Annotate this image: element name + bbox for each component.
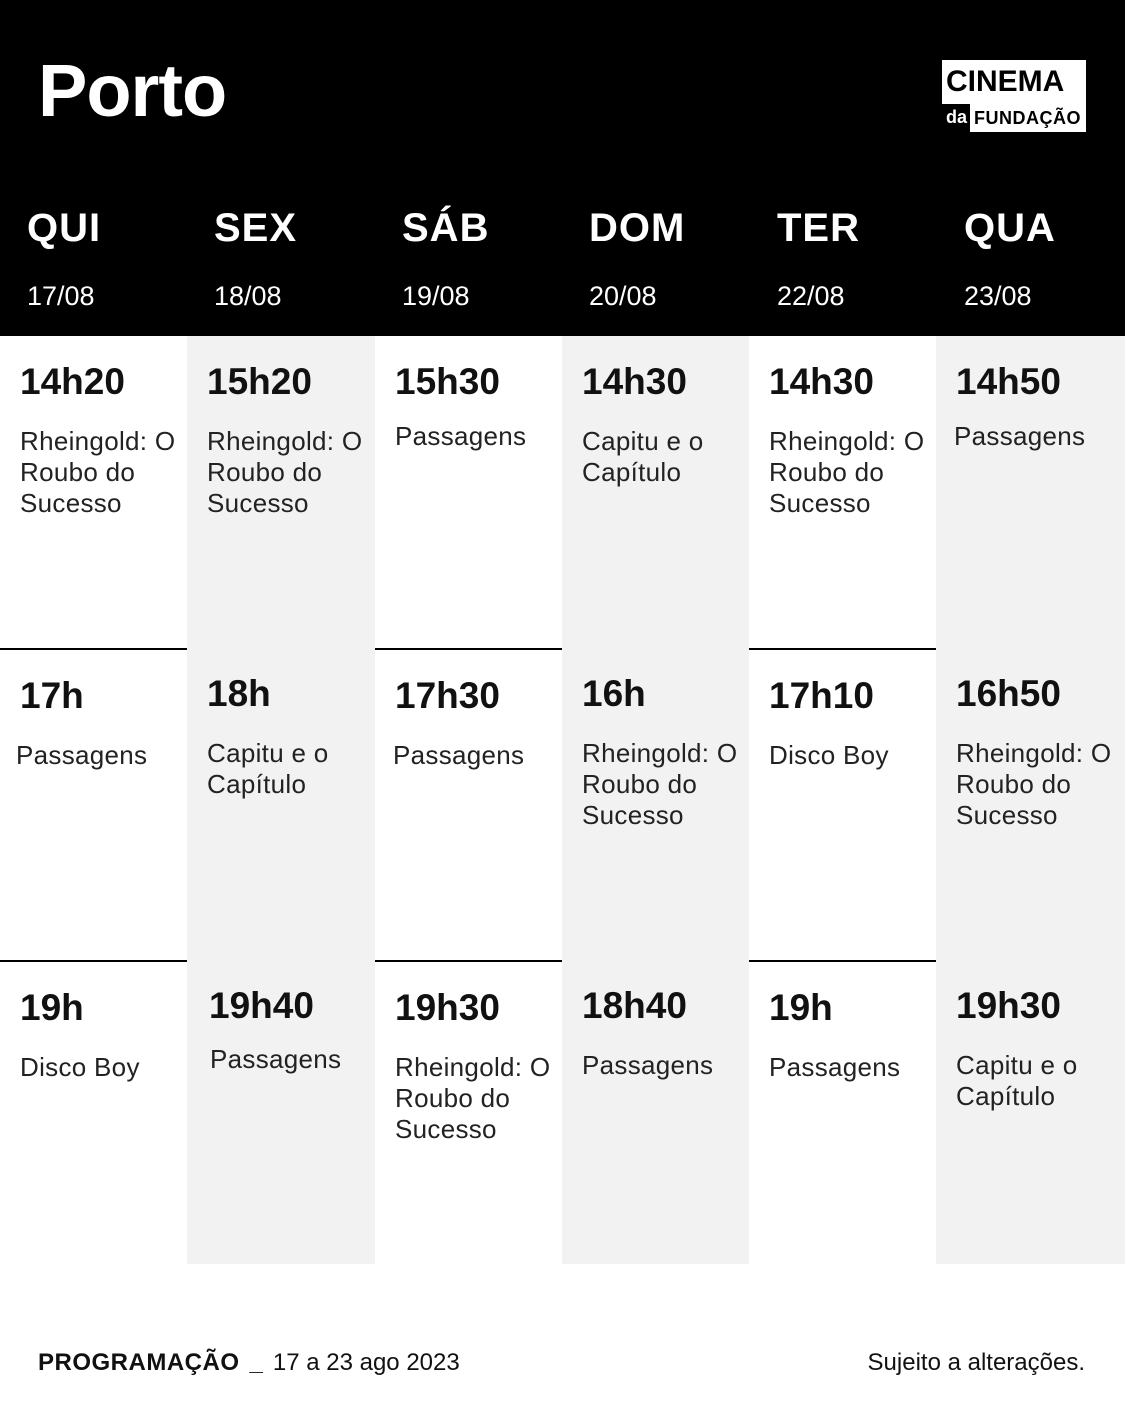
- day-header-ter: TER 22/08: [777, 200, 964, 336]
- showtime-cell: 15h20 Rheingold: O Roubo do Sucesso: [187, 336, 375, 648]
- city-title: Porto: [38, 49, 227, 132]
- day-date: 23/08: [964, 281, 1032, 311]
- film-title: Disco Boy: [769, 740, 889, 770]
- film-title: Passagens: [582, 1050, 714, 1080]
- showtime-time: 15h20: [207, 361, 312, 402]
- film-title: Capitu e o Capítulo: [582, 426, 704, 487]
- film-title: Passagens: [769, 1052, 901, 1082]
- showtime-time: 18h: [207, 673, 271, 714]
- showtime-cell: 14h50 Passagens: [936, 336, 1125, 648]
- film-title: Rheingold: O Roubo do Sucesso: [582, 738, 738, 830]
- showtime-time: 19h40: [209, 985, 314, 1026]
- showtime-time: 14h50: [956, 361, 1061, 402]
- film-title: Passagens: [210, 1044, 342, 1074]
- showtime-time: 19h30: [395, 987, 500, 1028]
- film-title: Rheingold: O Roubo do Sucesso: [207, 426, 363, 518]
- showtime-cell: 19h Passagens: [749, 960, 936, 1272]
- schedule-column-sex: 15h20 Rheingold: O Roubo do Sucesso 18h …: [187, 336, 375, 1264]
- showtime-cell: 14h30 Rheingold: O Roubo do Sucesso: [749, 336, 936, 648]
- showtime-time: 14h30: [582, 361, 687, 402]
- film-title: Passagens: [395, 421, 527, 451]
- day-header-qui: QUI 17/08: [27, 200, 214, 336]
- film-title: Rheingold: O Roubo do Sucesso: [20, 426, 176, 518]
- day-date: 18/08: [214, 281, 282, 311]
- day-name: QUA: [964, 206, 1056, 250]
- logo-da: da: [946, 107, 968, 127]
- schedule-column-qua: 14h50 Passagens 16h50 Rheingold: O Roubo…: [936, 336, 1125, 1264]
- showtime-time: 19h30: [956, 985, 1061, 1026]
- showtime-time: 19h: [769, 987, 833, 1028]
- day-header-sex: SEX 18/08: [214, 200, 401, 336]
- schedule-column-dom: 14h30 Capitu e o Capítulo 16h Rheingold:…: [562, 336, 749, 1264]
- footer-separator: _: [249, 1349, 263, 1376]
- showtime-time: 17h: [20, 675, 84, 716]
- day-name: SEX: [214, 206, 298, 250]
- showtime-cell: 16h Rheingold: O Roubo do Sucesso: [562, 648, 749, 960]
- schedule-column-ter: 14h30 Rheingold: O Roubo do Sucesso 17h1…: [749, 336, 936, 1264]
- day-date: 19/08: [402, 281, 470, 311]
- showtime-time: 17h30: [395, 675, 500, 716]
- showtime-cell: 16h50 Rheingold: O Roubo do Sucesso: [936, 648, 1125, 960]
- showtime-cell: 18h40 Passagens: [562, 960, 749, 1272]
- footer-program-info: PROGRAMAÇÃO _ 17 a 23 ago 2023: [38, 1349, 460, 1376]
- program-date-range: 17 a 23 ago 2023: [272, 1349, 460, 1376]
- day-date: 17/08: [27, 281, 95, 311]
- film-title: Passagens: [393, 740, 525, 770]
- showtime-time: 15h30: [395, 361, 500, 402]
- footer-disclaimer: Sujeito a alterações.: [867, 1349, 1085, 1376]
- logo-line1: CINEMA: [946, 65, 1065, 98]
- showtime-time: 17h10: [769, 675, 874, 716]
- showtime-cell: 14h20 Rheingold: O Roubo do Sucesso: [0, 336, 187, 648]
- showtime-time: 14h20: [20, 361, 125, 402]
- film-title: Passagens: [16, 740, 148, 770]
- showtime-cell: 19h30 Rheingold: O Roubo do Sucesso: [375, 960, 562, 1272]
- day-header-qua: QUA 23/08: [964, 200, 1125, 336]
- day-name: TER: [777, 206, 860, 250]
- showtime-cell: 19h Disco Boy: [0, 960, 187, 1272]
- film-title: Disco Boy: [20, 1052, 140, 1082]
- showtime-cell: 19h30 Capitu e o Capítulo: [936, 960, 1125, 1272]
- schedule-column-qui: 14h20 Rheingold: O Roubo do Sucesso 17h …: [0, 336, 187, 1264]
- logo-top-block: CINEMA: [942, 60, 1086, 104]
- film-title: Rheingold: O Roubo do Sucesso: [769, 426, 925, 518]
- day-header-dom: DOM 20/08: [589, 200, 776, 336]
- film-title: Rheingold: O Roubo do Sucesso: [395, 1052, 551, 1144]
- film-title: Rheingold: O Roubo do Sucesso: [956, 738, 1112, 830]
- day-name: SÁB: [402, 206, 490, 250]
- day-date: 22/08: [777, 281, 845, 311]
- header-banner: Porto CINEMA da FUNDAÇÃO QUI 17/08 SEX 1…: [0, 0, 1125, 336]
- showtime-cell: 17h30 Passagens: [375, 648, 562, 960]
- day-date: 20/08: [589, 281, 657, 311]
- showtime-cell: 17h Passagens: [0, 648, 187, 960]
- film-title: Passagens: [954, 421, 1086, 451]
- showtime-cell: 14h30 Capitu e o Capítulo: [562, 336, 749, 648]
- showtime-cell: 18h Capitu e o Capítulo: [187, 648, 375, 960]
- program-label: PROGRAMAÇÃO: [38, 1349, 240, 1376]
- showtime-cell: 19h40 Passagens: [187, 960, 375, 1272]
- showtime-time: 14h30: [769, 361, 874, 402]
- showtime-cell: 15h30 Passagens: [375, 336, 562, 648]
- showtime-cell: 17h10 Disco Boy: [749, 648, 936, 960]
- film-title: Capitu e o Capítulo: [956, 1050, 1078, 1111]
- day-name: DOM: [589, 206, 686, 250]
- logo-line2: FUNDAÇÃO: [974, 108, 1081, 128]
- cinema-fundacao-logo: CINEMA da FUNDAÇÃO: [942, 60, 1086, 132]
- logo-bottom-block: FUNDAÇÃO: [970, 104, 1086, 132]
- showtime-time: 19h: [20, 987, 84, 1028]
- day-name: QUI: [27, 206, 102, 250]
- showtime-time: 16h50: [956, 673, 1061, 714]
- schedule-column-sab: 15h30 Passagens 17h30 Passagens 19h30 Rh…: [375, 336, 562, 1264]
- showtime-time: 18h40: [582, 985, 687, 1026]
- film-title: Capitu e o Capítulo: [207, 738, 329, 799]
- showtime-time: 16h: [582, 673, 646, 714]
- day-header-sab: SÁB 19/08: [402, 200, 589, 336]
